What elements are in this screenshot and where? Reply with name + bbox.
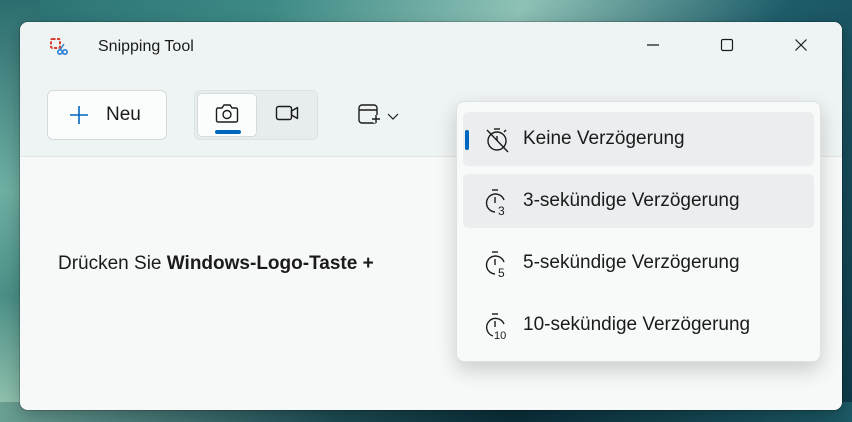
hint-text-shortcut: Windows-Logo-Taste +: [166, 253, 374, 274]
minimize-icon: [646, 38, 660, 57]
maximize-button[interactable]: [704, 22, 750, 72]
selected-item-indicator: [465, 130, 469, 150]
delay-menu: Keine Verzögerung 3 3-sekündige Verzöger…: [456, 101, 821, 362]
svg-text:10: 10: [494, 330, 506, 340]
title-bar[interactable]: Snipping Tool: [20, 22, 842, 72]
menu-item-5-second-delay[interactable]: 5 5-sekündige Verzögerung: [463, 236, 814, 290]
maximize-icon: [720, 38, 734, 57]
timer-3-icon: 3: [483, 188, 511, 218]
close-icon: [794, 38, 808, 57]
screenshot-mode-button[interactable]: [197, 93, 257, 137]
svg-text:3: 3: [498, 204, 505, 216]
capture-mode-toggle: [194, 90, 318, 140]
timer-5-icon: 5: [483, 250, 511, 280]
snipping-tool-icon: [50, 38, 69, 56]
menu-item-label: 5-sekündige Verzögerung: [523, 252, 740, 273]
timer-10-icon: 10: [483, 312, 511, 342]
menu-item-3-second-delay[interactable]: 3 3-sekündige Verzögerung: [463, 174, 814, 228]
camera-icon: [215, 102, 239, 129]
selected-mode-indicator: [215, 130, 241, 134]
plus-icon: [68, 104, 90, 126]
timer-off-icon: [483, 126, 511, 154]
menu-item-10-second-delay[interactable]: 10 10-sekündige Verzögerung: [463, 298, 814, 352]
snip-mode-dropdown[interactable]: [356, 102, 400, 133]
svg-text:5: 5: [498, 266, 505, 278]
minimize-button[interactable]: [630, 22, 676, 72]
menu-item-label: Keine Verzögerung: [523, 128, 685, 149]
rectangle-snip-icon: [356, 102, 382, 133]
window-title: Snipping Tool: [98, 38, 194, 55]
menu-item-label: 10-sekündige Verzögerung: [523, 314, 751, 335]
close-button[interactable]: [778, 22, 824, 72]
hint-text-prefix: Drücken Sie: [58, 253, 167, 274]
new-snip-button[interactable]: Neu: [47, 90, 167, 140]
hint-text: Drücken Sie Windows-Logo-Taste +: [58, 253, 374, 275]
menu-item-label: 3-sekündige Verzögerung: [523, 190, 740, 211]
chevron-down-icon: [386, 109, 400, 127]
snipping-tool-window: Snipping Tool Neu Drücken Sie Windows-Lo…: [20, 22, 842, 410]
video-mode-button[interactable]: [261, 93, 315, 137]
video-camera-icon: [275, 103, 301, 128]
new-snip-label: Neu: [106, 104, 141, 125]
menu-item-no-delay[interactable]: Keine Verzögerung: [463, 112, 814, 166]
